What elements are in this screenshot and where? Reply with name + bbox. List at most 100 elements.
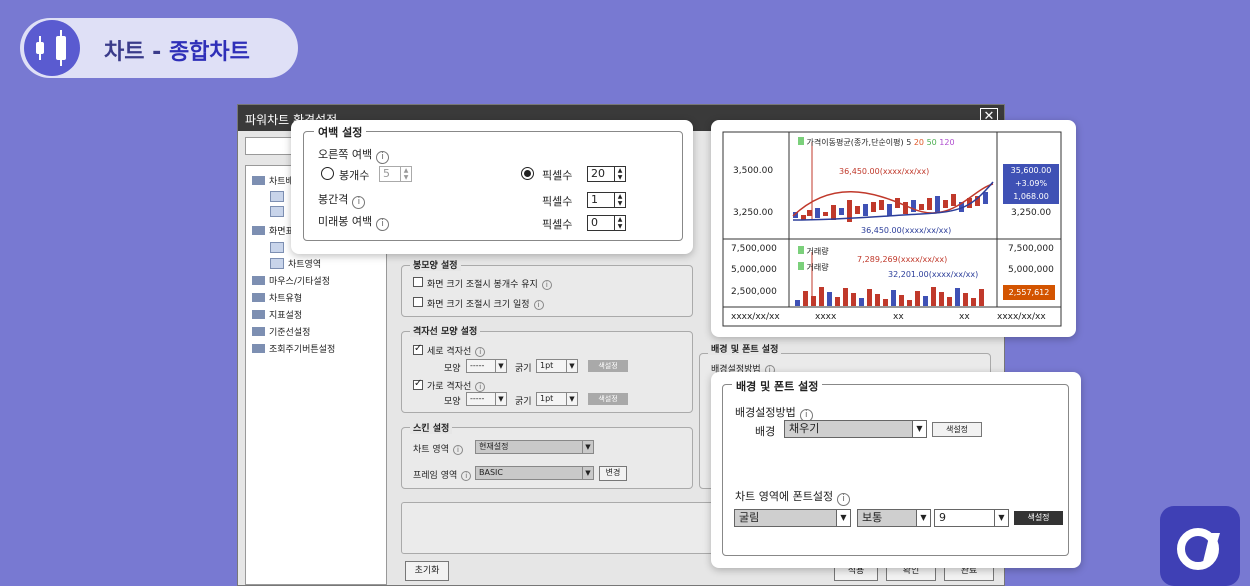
spinner-arrows-icon[interactable]: ▲ ▼ (614, 193, 625, 207)
info-icon[interactable]: i (541, 280, 552, 290)
font-style-select[interactable]: 보통 ▼ (857, 509, 931, 527)
info-icon[interactable]: i (376, 218, 390, 231)
x-label: xxxx (815, 312, 837, 322)
volume-legend: 거래량 (798, 262, 829, 273)
candle-mark (855, 206, 860, 214)
candle-mark (807, 210, 812, 216)
horizontal-color-button[interactable]: 색설정 (588, 393, 628, 405)
legend-text: 거래량 (806, 263, 829, 272)
group-title: 스킨 설정 (410, 421, 453, 434)
tree-item-chart-bg[interactable]: 차트배 (252, 174, 294, 187)
select-value: 현재설정 (479, 442, 509, 451)
vertical-color-button[interactable]: 색설정 (588, 360, 628, 372)
font-size-select[interactable]: 9 ▼ (934, 509, 1009, 527)
tree-subitem[interactable] (270, 206, 288, 218)
bg-color-button[interactable]: 색설정 (932, 422, 982, 437)
tree-label: 마우스/기타설정 (269, 277, 330, 287)
volume-tick-right: 5,000,000 (1008, 265, 1054, 275)
keep-size-checkbox[interactable] (413, 297, 423, 307)
info-icon[interactable]: i (533, 300, 544, 310)
future-spinner[interactable]: 0 ▲ ▼ (587, 215, 626, 231)
reset-button[interactable]: 초기화 (405, 561, 449, 581)
tree-item-chart-area[interactable]: 차트영역 (270, 257, 321, 270)
gap-pixel-label: 픽셀수 (542, 195, 573, 208)
tree-item-screen[interactable]: 화면표 (252, 224, 294, 237)
option-text: 화면 크기 조절시 봉개수 유지 (427, 280, 538, 290)
info-icon[interactable]: i (475, 382, 486, 392)
tree-item-period-btn[interactable]: 조회주기버튼설정 (252, 342, 335, 355)
volume-bar (915, 291, 920, 306)
option-label: 가로 격자선 i (427, 379, 486, 392)
chart-area-select[interactable]: 현재설정 ▼ (475, 440, 594, 454)
spinner-arrows-icon[interactable]: ▲ ▼ (614, 167, 625, 181)
chevron-down-icon: ▼ (495, 360, 506, 372)
select-value: 1pt (540, 361, 554, 370)
volume-bar (811, 296, 816, 306)
info-icon[interactable]: i (461, 471, 472, 481)
bg-label: 배경 (755, 425, 776, 438)
vertical-grid-checkbox[interactable] (413, 343, 423, 355)
tree-item-indicator[interactable]: 지표설정 (252, 308, 302, 321)
pixel-radio[interactable] (521, 167, 534, 180)
info-icon[interactable]: i (837, 493, 851, 506)
tree-subitem[interactable] (270, 191, 288, 203)
tree-item-baseline[interactable]: 기준선설정 (252, 325, 310, 338)
volume-tick: 2,500,000 (731, 287, 777, 297)
last-price: 35,600.00 (1010, 166, 1052, 175)
candle-count-spinner[interactable]: 5 ▲ ▼ (379, 166, 412, 182)
right-margin-label: 오른쪽 여백 i (318, 146, 390, 164)
gap-spinner[interactable]: 1 ▲ ▼ (587, 192, 626, 208)
folder-icon (252, 276, 265, 285)
frame-area-select[interactable]: BASIC ▼ (475, 466, 594, 480)
last-change: +3.09% (1014, 179, 1048, 188)
tree-item-chart-type[interactable]: 차트유형 (252, 291, 302, 304)
select-value: 굴림 (739, 511, 760, 524)
info-icon[interactable]: i (352, 196, 366, 209)
volume-bar (979, 289, 984, 306)
x-label: xx (893, 312, 904, 322)
info-icon[interactable]: i (475, 347, 486, 357)
keep-candle-count-checkbox[interactable] (413, 277, 423, 287)
width-select[interactable]: 1pt ▼ (536, 392, 578, 406)
candle-count-radio[interactable] (321, 167, 334, 180)
tree-subitem[interactable] (270, 242, 288, 254)
low-annotation: 36,450.00(xxxx/xx/xx) (861, 226, 952, 235)
pixel-spinner[interactable]: 20 ▲ ▼ (587, 166, 626, 182)
shape-select[interactable]: ----- ▼ (466, 359, 507, 373)
info-icon[interactable]: i (452, 445, 463, 455)
font-color-button[interactable]: 색설정 (1014, 511, 1063, 525)
tree-label: 조회주기버튼설정 (269, 345, 336, 355)
x-label: xxxx/xx/xx (997, 312, 1046, 322)
candle-mark (823, 212, 828, 216)
tree-item-mouse[interactable]: 마우스/기타설정 (252, 274, 330, 287)
volume-bar (859, 298, 864, 306)
document-icon (270, 191, 284, 202)
horizontal-grid-checkbox[interactable] (413, 378, 423, 390)
width-select[interactable]: 1pt ▼ (536, 359, 578, 373)
frame-area-label: 프레임 영역 i (413, 468, 472, 481)
label-text: 차트 영역 (413, 445, 449, 455)
legend-icon (798, 262, 804, 270)
font-name-select[interactable]: 굴림 ▼ (734, 509, 851, 527)
group-title: 봉모양 설정 (410, 258, 461, 271)
volume-bar (963, 293, 968, 306)
change-button[interactable]: 변경 (599, 466, 627, 481)
chevron-down-icon: ▼ (582, 467, 593, 479)
tree-label: 차트유형 (269, 294, 303, 304)
bg-select[interactable]: 채우기 ▼ (784, 420, 927, 438)
volume-bar (955, 288, 960, 306)
tree-label: 기준선설정 (269, 328, 311, 338)
chevron-down-icon: ▼ (566, 360, 577, 372)
select-value: 보통 (862, 511, 883, 524)
spinner-arrows-icon[interactable]: ▲ ▼ (400, 167, 411, 181)
pixel-label: 픽셀수 (542, 169, 573, 182)
spinner-value: 0 (591, 216, 598, 229)
ma-period-label: 50 (924, 138, 937, 147)
volume-bar (907, 300, 912, 306)
spinner-arrows-icon[interactable]: ▲ ▼ (614, 216, 625, 230)
shape-select[interactable]: ----- ▼ (466, 392, 507, 406)
volume-legend: 거래량 (798, 246, 829, 257)
info-icon[interactable]: i (376, 151, 390, 164)
select-value: 9 (939, 511, 946, 524)
candle-mark (815, 208, 820, 218)
